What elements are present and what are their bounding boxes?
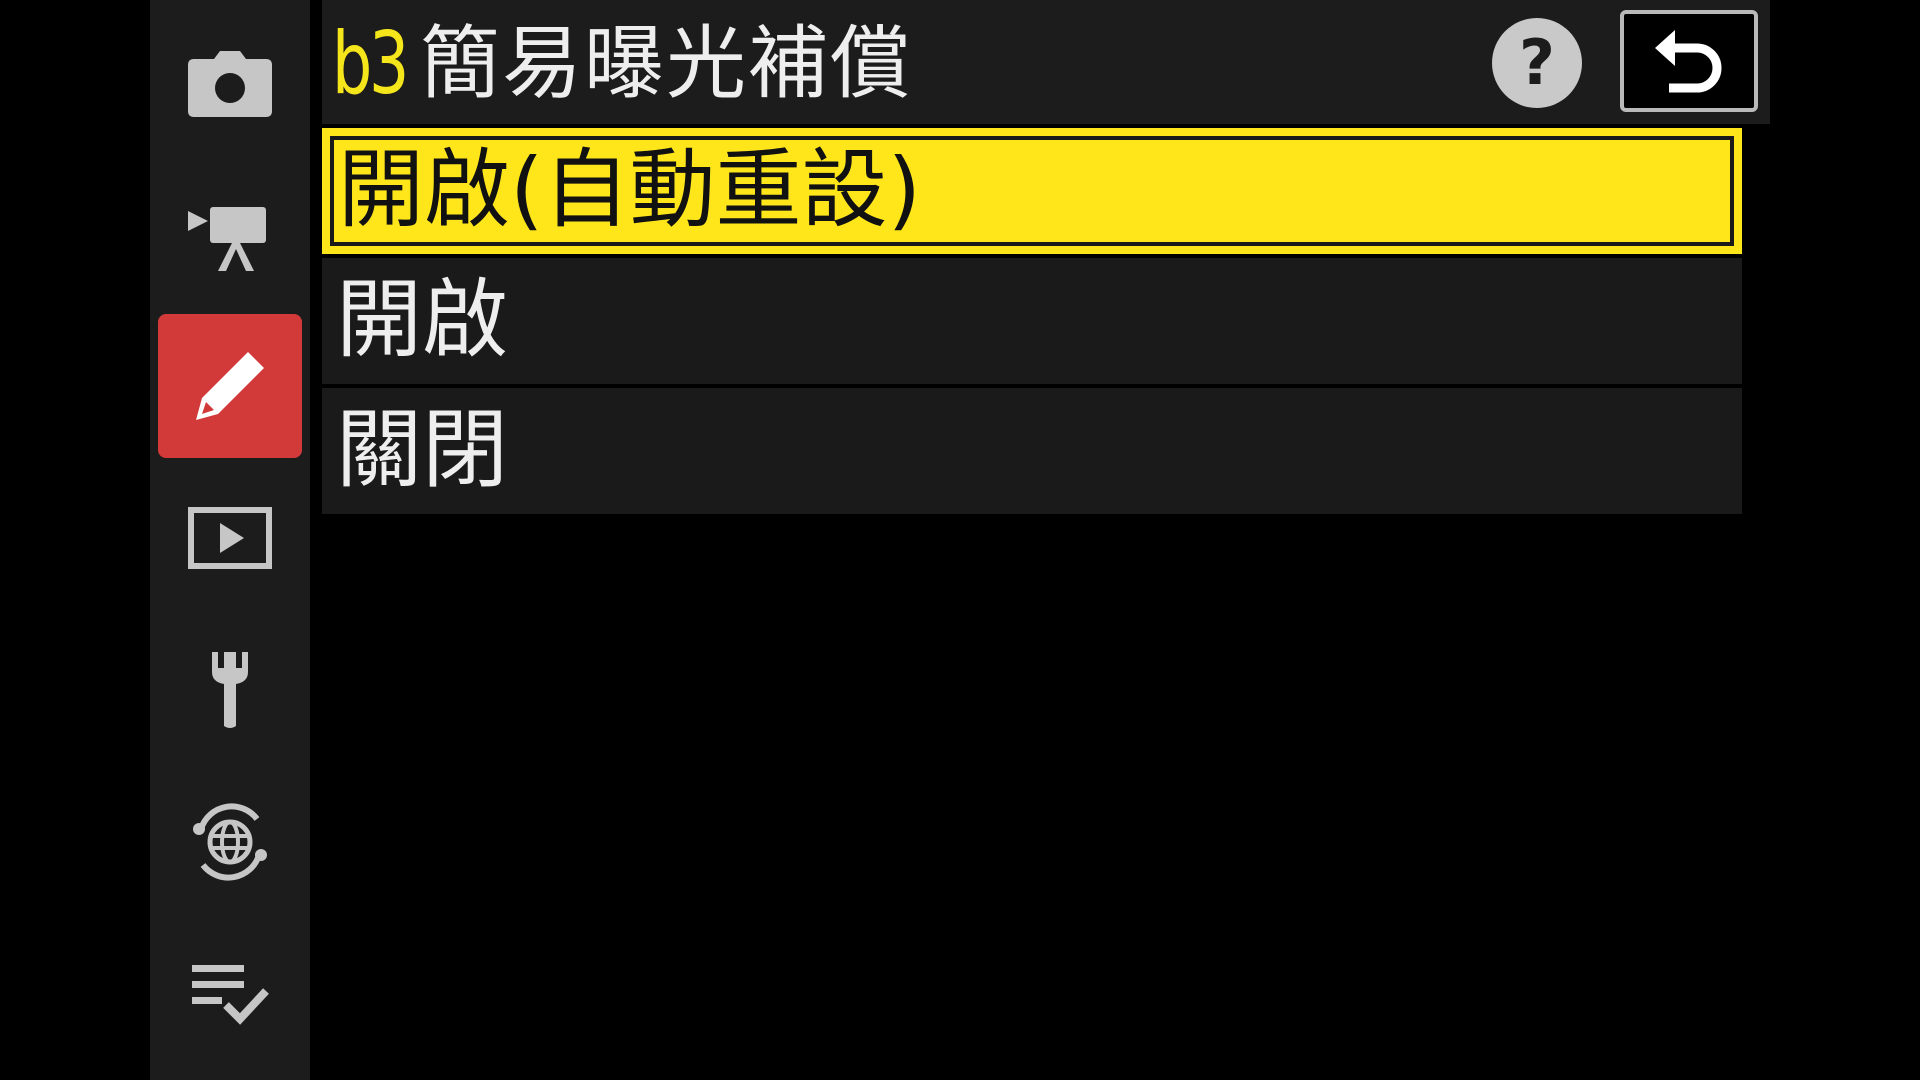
tab-network[interactable]	[158, 770, 302, 914]
movie-camera-icon	[188, 207, 266, 271]
option-label: 開啟(自動重設)	[338, 140, 922, 240]
my-menu-icon	[192, 965, 269, 1025]
playback-icon	[188, 507, 272, 569]
menu-sidebar	[150, 0, 310, 1080]
camera-icon	[188, 51, 272, 117]
help-icon: ?	[1519, 26, 1555, 99]
option-list: 開啟(自動重設) 開啟 關閉	[322, 128, 1742, 518]
tab-setup[interactable]	[158, 618, 302, 762]
tab-playback[interactable]	[158, 466, 302, 610]
back-button[interactable]	[1620, 10, 1758, 112]
tab-custom-settings[interactable]	[158, 314, 302, 458]
network-icon	[193, 803, 267, 881]
pencil-icon	[196, 352, 264, 420]
page-title: 簡易曝光補償	[420, 17, 912, 110]
option-label: 關閉	[336, 400, 508, 500]
help-button[interactable]: ?	[1492, 18, 1582, 108]
custom-setting-code: b3	[332, 14, 409, 114]
wrench-icon	[212, 652, 248, 728]
option-on[interactable]: 開啟	[322, 258, 1742, 384]
back-arrow-icon	[1655, 30, 1722, 93]
tab-my-menu[interactable]	[158, 922, 302, 1066]
option-off[interactable]: 關閉	[322, 388, 1742, 514]
tab-movie-recording[interactable]	[158, 164, 302, 308]
option-label: 開啟	[336, 270, 508, 370]
menu-header: b3 簡易曝光補償 ?	[322, 0, 1770, 124]
tab-photo-shooting[interactable]	[158, 12, 302, 156]
option-on-auto-reset[interactable]: 開啟(自動重設)	[322, 128, 1742, 254]
